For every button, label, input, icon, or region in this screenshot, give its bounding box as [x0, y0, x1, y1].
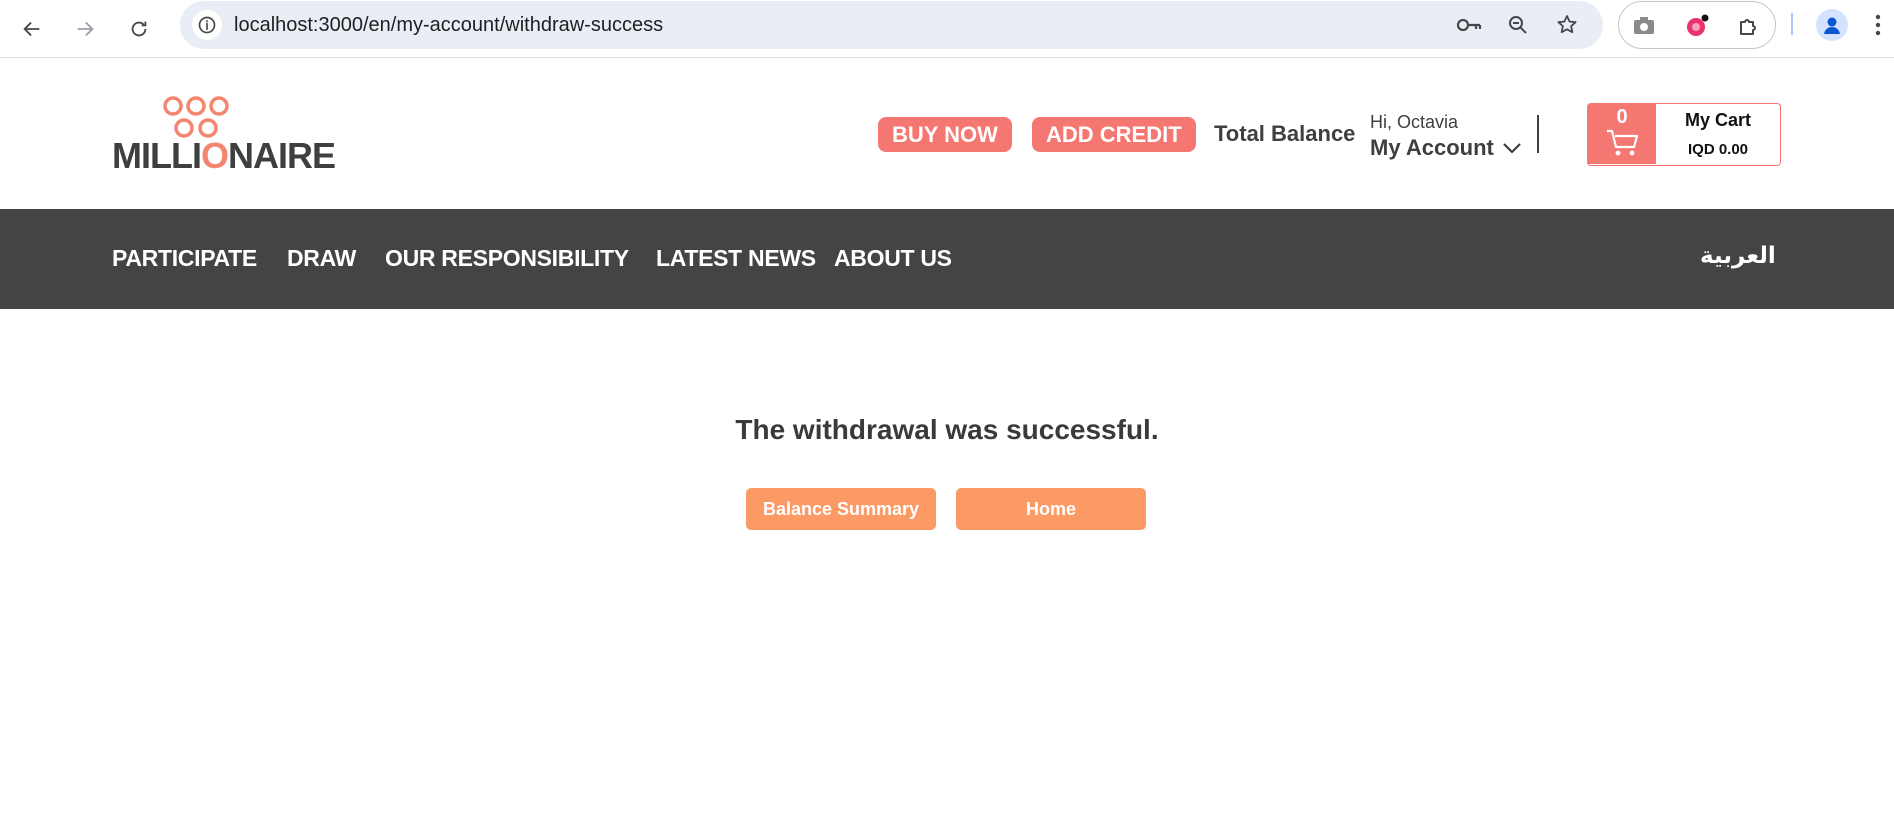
address-bar[interactable]: localhost:3000/en/my-account/withdraw-su…	[180, 1, 1603, 49]
nav-item-about-us[interactable]: ABOUT US	[834, 245, 952, 272]
nav-item-our-responsibility[interactable]: OUR RESPONSIBILITY	[385, 245, 629, 272]
nav-item-latest-news[interactable]: LATEST NEWS	[656, 245, 816, 272]
reload-icon	[131, 21, 147, 37]
nav-item-participate[interactable]: PARTICIPATE	[112, 245, 257, 272]
nav-item-draw[interactable]: DRAW	[287, 245, 356, 272]
forward-button[interactable]	[65, 9, 105, 49]
logo-wordmark: MILLIONAIRE	[112, 135, 336, 176]
zoom-icon[interactable]	[1503, 10, 1533, 40]
header-divider	[1537, 115, 1539, 153]
cart-total: IQD 0.00	[1687, 141, 1749, 158]
my-account-dropdown[interactable]: My Account	[1370, 135, 1522, 161]
extension-record-icon[interactable]	[1682, 11, 1712, 41]
forward-icon	[77, 21, 94, 37]
site-info-icon[interactable]	[192, 10, 222, 40]
menu-kebab-icon[interactable]	[1868, 12, 1888, 38]
extensions-group	[1618, 1, 1776, 49]
language-switch-arabic[interactable]: العربية	[1700, 243, 1776, 269]
reload-button[interactable]	[119, 9, 159, 49]
bookmark-star-icon[interactable]	[1552, 10, 1582, 40]
back-button[interactable]	[12, 9, 52, 49]
extensions-puzzle-icon[interactable]	[1734, 11, 1764, 41]
home-button[interactable]: Home	[956, 488, 1146, 530]
site-header: MILLIONAIRE BUY NOW ADD CREDIT Total Bal…	[0, 59, 1894, 209]
balance-summary-button[interactable]: Balance Summary	[746, 488, 936, 530]
chevron-down-icon	[1503, 143, 1521, 154]
millionaire-logo[interactable]: MILLIONAIRE	[112, 95, 336, 176]
add-credit-button[interactable]: ADD CREDIT	[1032, 117, 1196, 152]
back-icon	[23, 21, 40, 37]
cart-title: My Cart	[1684, 110, 1751, 130]
my-account-label: My Account	[1370, 135, 1494, 160]
url-text[interactable]: localhost:3000/en/my-account/withdraw-su…	[234, 1, 663, 49]
cart-count-badge: 0	[1616, 106, 1628, 128]
user-greeting: Hi, Octavia	[1370, 112, 1459, 132]
browser-toolbar: localhost:3000/en/my-account/withdraw-su…	[0, 0, 1894, 58]
buy-now-button[interactable]: BUY NOW	[878, 117, 1012, 152]
toolbar-separator	[1791, 13, 1793, 35]
withdraw-success-message: The withdrawal was successful.	[735, 414, 1159, 445]
total-balance-label[interactable]: Total Balance	[1214, 121, 1355, 147]
password-key-icon[interactable]	[1454, 10, 1484, 40]
cart-icon-panel: 0	[1588, 104, 1656, 164]
cart-widget[interactable]: 0 My Cart IQD 0.00	[1587, 103, 1781, 166]
main-nav: PARTICIPATE DRAW OUR RESPONSIBILITY LATE…	[0, 209, 1894, 309]
cart-icon	[1607, 129, 1639, 156]
profile-icon[interactable]	[1816, 9, 1848, 41]
camera-icon[interactable]	[1629, 11, 1659, 41]
